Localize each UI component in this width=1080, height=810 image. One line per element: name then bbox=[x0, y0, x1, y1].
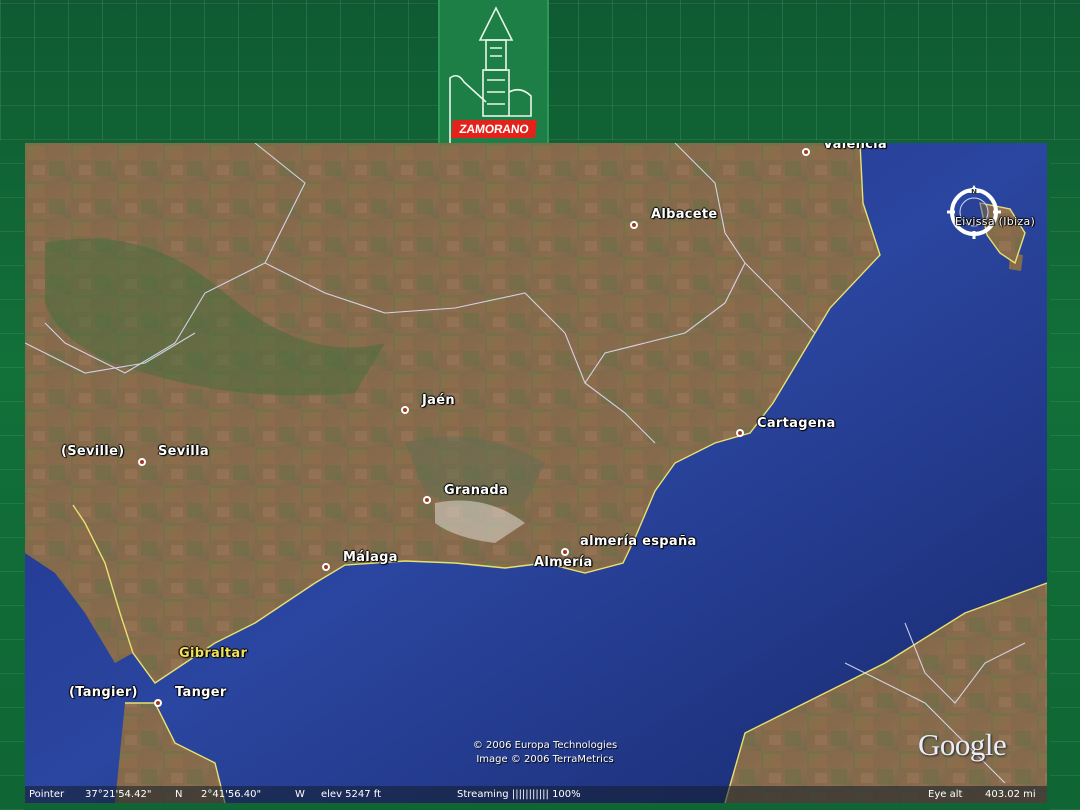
label-albacete: Albacete bbox=[651, 207, 718, 222]
marker-tanger[interactable] bbox=[154, 699, 162, 707]
eye-alt-value: 403.02 mi bbox=[985, 789, 1036, 800]
marker-cartagena[interactable] bbox=[736, 429, 744, 437]
label-granada: Granada bbox=[444, 483, 509, 498]
pointer-elevation: elev 5247 ft bbox=[321, 789, 382, 800]
map-imagery bbox=[25, 143, 1047, 803]
label-tanger: Tanger bbox=[175, 685, 227, 700]
slide-right-margin bbox=[1050, 140, 1080, 810]
pointer-longitude-dir: W bbox=[295, 789, 305, 800]
marker-sevilla[interactable] bbox=[138, 458, 146, 466]
label-malaga: Málaga bbox=[343, 550, 398, 565]
label-almeria: Almería bbox=[534, 555, 593, 570]
pointer-label: Pointer bbox=[29, 789, 65, 800]
label-ibiza: Eivissa (Ibiza) bbox=[955, 215, 1036, 228]
pointer-longitude: 2°41'56.40" bbox=[201, 789, 262, 800]
label-sevilla: Sevilla bbox=[158, 444, 209, 459]
marker-malaga[interactable] bbox=[322, 563, 330, 571]
zamorano-logo: ZAMORANO bbox=[438, 0, 549, 152]
label-gibraltar: Gibraltar bbox=[179, 646, 248, 661]
marker-valencia[interactable] bbox=[802, 148, 810, 156]
google-logo: Google bbox=[918, 727, 1007, 762]
compass-icon[interactable]: N bbox=[943, 181, 1005, 243]
label-almeria-espana: almería españa bbox=[580, 534, 697, 549]
label-valencia: Valencia bbox=[823, 143, 887, 152]
map-copyright: © 2006 Europa Technologies Image © 2006 … bbox=[445, 739, 645, 767]
marker-albacete[interactable] bbox=[630, 221, 638, 229]
copyright-line-2: Image © 2006 TerraMetrics bbox=[476, 754, 614, 765]
marker-granada[interactable] bbox=[423, 496, 431, 504]
label-cartagena: Cartagena bbox=[757, 416, 836, 431]
streaming-status: Streaming ||||||||||| 100% bbox=[457, 789, 581, 800]
label-seville-english: (Seville) bbox=[61, 444, 125, 459]
slide-left-margin bbox=[0, 140, 24, 810]
eye-alt-label: Eye alt bbox=[928, 789, 963, 800]
compass-north-label: N bbox=[971, 188, 977, 196]
status-bar: Pointer 37°21'54.42" N 2°41'56.40" W ele… bbox=[25, 786, 1047, 803]
satellite-map[interactable]: N Valencia Albacete Eivissa (Ibiza) Jaén… bbox=[25, 143, 1047, 803]
pointer-latitude-dir: N bbox=[175, 789, 183, 800]
pointer-latitude: 37°21'54.42" bbox=[85, 789, 152, 800]
logo-wordmark: ZAMORANO bbox=[451, 120, 537, 138]
label-tangier-english: (Tangier) bbox=[69, 685, 138, 700]
marker-jaen[interactable] bbox=[401, 406, 409, 414]
label-jaen: Jaén bbox=[422, 393, 455, 408]
copyright-line-1: © 2006 Europa Technologies bbox=[472, 740, 618, 751]
